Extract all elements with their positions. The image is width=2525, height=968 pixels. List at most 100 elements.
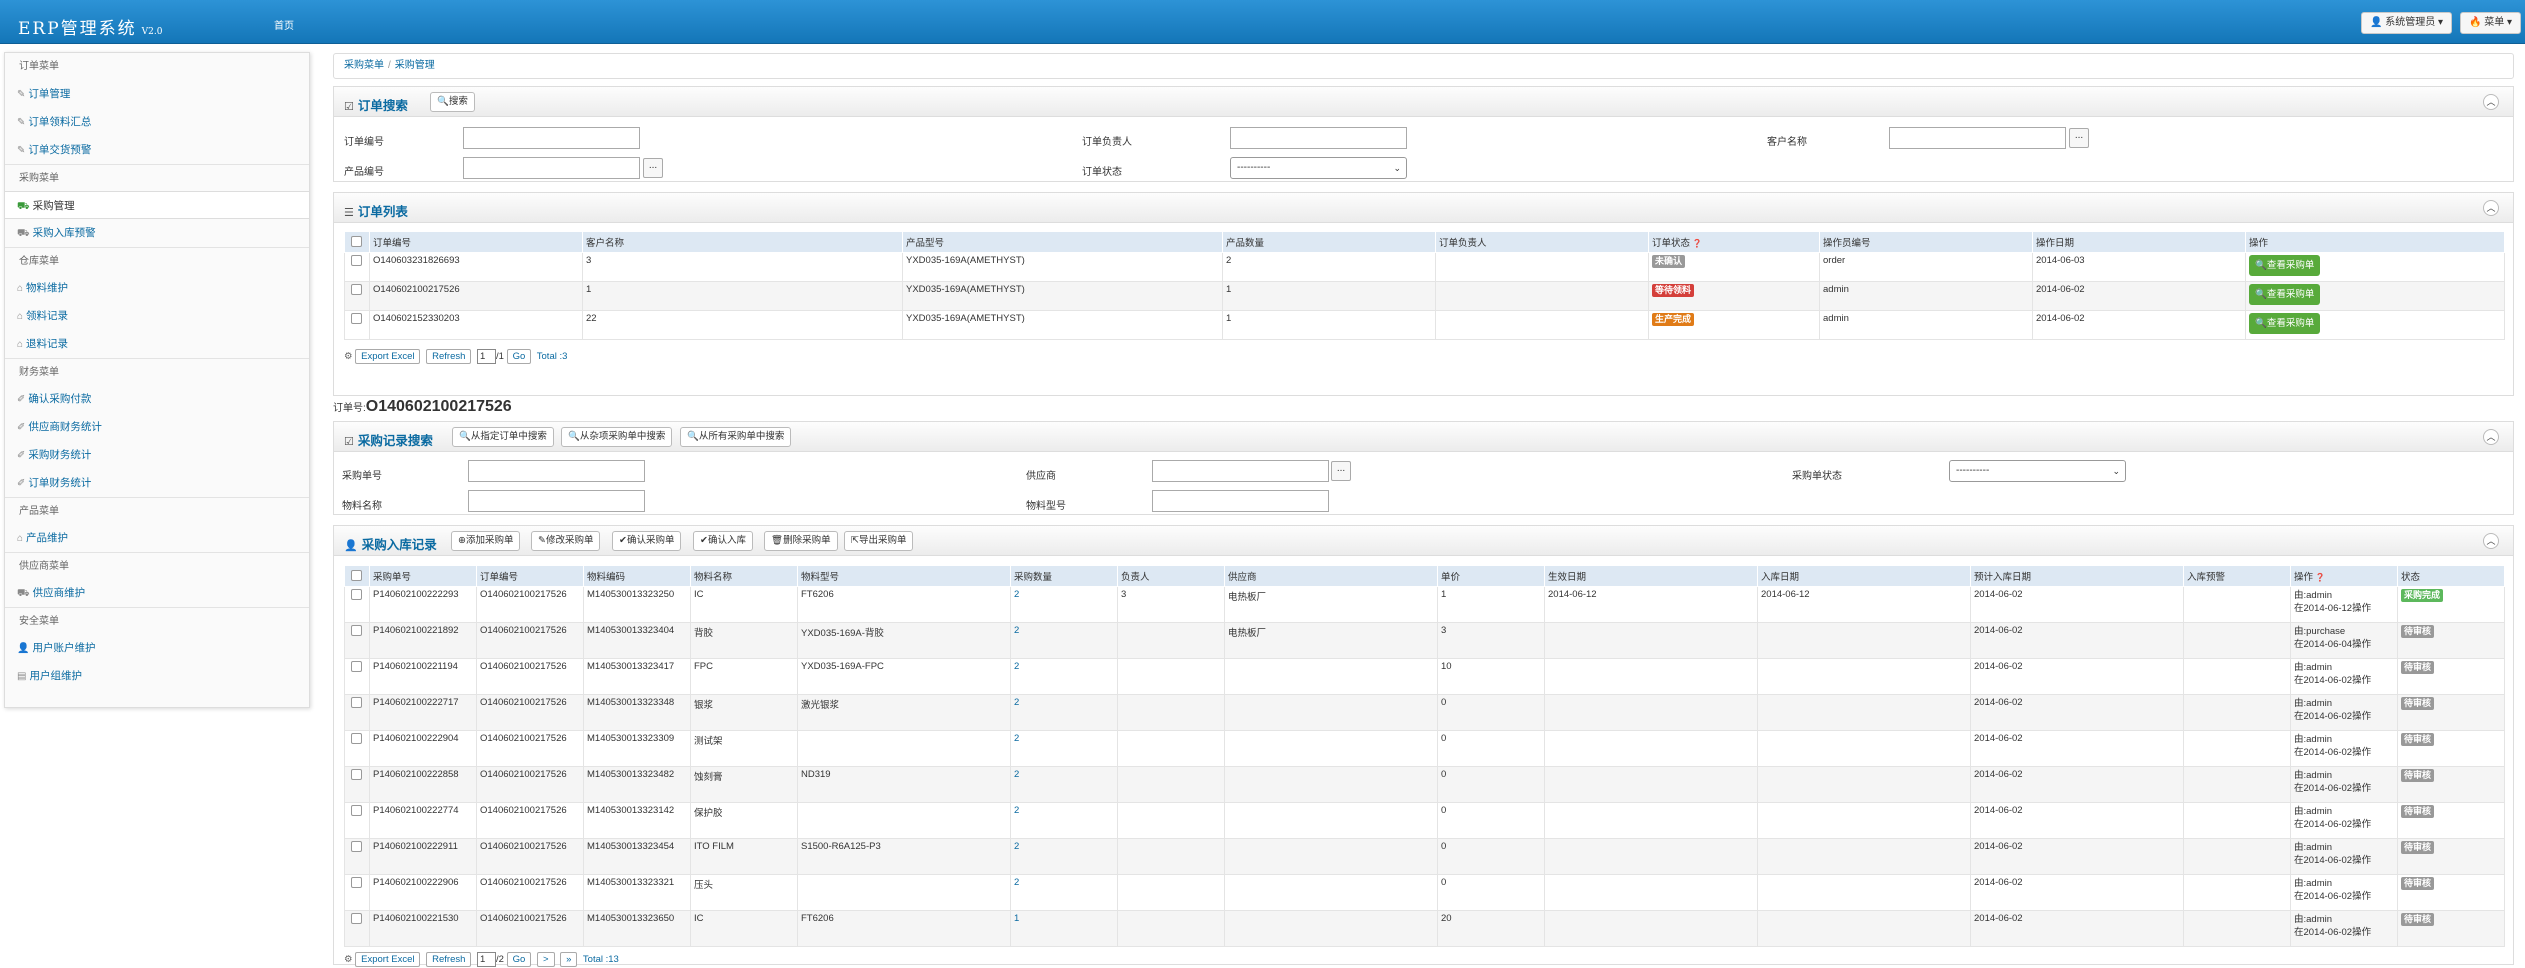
user-menu-button[interactable]: 👤 系统管理员 ▾ — [2361, 12, 2453, 34]
row-checkbox[interactable] — [344, 910, 370, 947]
sidebar-item[interactable]: ✐ 确认采购付款 — [5, 385, 309, 413]
sidebar-item[interactable]: 👤 用户账户维护 — [5, 634, 309, 662]
cell-qty[interactable]: 2 — [1010, 586, 1118, 623]
cell-qty[interactable]: 2 — [1010, 874, 1118, 911]
go-button[interactable]: Go — [506, 952, 532, 967]
row-checkbox[interactable] — [344, 658, 370, 695]
confirm-po-button[interactable]: ✔确认采购单 — [612, 531, 682, 551]
collapse-icon[interactable]: ︿ — [2483, 94, 2499, 110]
supplier-picker-button[interactable]: ... — [1331, 461, 1351, 481]
table-row[interactable]: P140602100222906 O140602100217526 M1405300… — [344, 874, 2505, 911]
row-checkbox[interactable] — [344, 252, 370, 282]
next-page-button[interactable]: > — [536, 952, 555, 967]
table-row[interactable]: O140603231826693 3 YXD035-169A(AMETHYST) 2 未… — [344, 252, 2505, 282]
table-row[interactable]: P140602100221530 O140602100217526 M1405300… — [344, 910, 2505, 947]
main-menu-button[interactable]: 🔥 菜单 ▾ — [2460, 12, 2522, 34]
breadcrumb-purchase-management[interactable]: 采购管理 — [395, 60, 435, 71]
sidebar-item[interactable]: ✐ 订单财务统计 — [5, 469, 309, 497]
table-row[interactable]: P140602100222858 O140602100217526 M1405300… — [344, 766, 2505, 803]
sidebar-item[interactable]: ✎ 订单管理 — [5, 80, 309, 108]
cell-qty[interactable]: 2 — [1010, 730, 1118, 767]
cell-qty[interactable]: 2 — [1010, 658, 1118, 695]
row-checkbox[interactable] — [344, 730, 370, 767]
export-excel-button[interactable]: Export Excel — [355, 952, 421, 967]
home-link[interactable]: 首页 — [274, 17, 294, 32]
view-po-button[interactable]: 🔍查看采购单 — [2249, 284, 2321, 305]
po-status-select[interactable]: ---------- ⌄ — [1949, 460, 2126, 482]
table-row[interactable]: P140602100222774 O140602100217526 M1405300… — [344, 802, 2505, 839]
sidebar-item[interactable]: ⌂ 物料维护 — [5, 274, 309, 302]
row-checkbox[interactable] — [344, 694, 370, 731]
cell-qty[interactable]: 2 — [1010, 622, 1118, 659]
cell-qty[interactable]: 2 — [1010, 766, 1118, 803]
page-input[interactable]: 1 — [477, 952, 497, 967]
cell-qty[interactable]: 2 — [1010, 802, 1118, 839]
sidebar-item[interactable]: ▤ 用户组维护 — [5, 662, 309, 690]
cell-qty[interactable]: 2 — [1010, 838, 1118, 875]
collapse-icon[interactable]: ︿ — [2483, 533, 2499, 549]
export-po-button[interactable]: ⇱导出采购单 — [844, 531, 914, 551]
last-page-button[interactable]: » — [560, 952, 578, 967]
cell-qty[interactable]: 2 — [1010, 694, 1118, 731]
sidebar-item[interactable]: ✐ 供应商财务统计 — [5, 413, 309, 441]
order-no-input[interactable] — [463, 127, 640, 149]
sidebar-item[interactable]: ⛟ 供应商维护 — [5, 579, 309, 607]
search-button[interactable]: 🔍搜索 — [430, 92, 475, 112]
table-row[interactable]: O140602152330203 22 YXD035-169A(AMETHYST) 1… — [344, 310, 2505, 340]
search-misc-button[interactable]: 🔍从杂项采购单中搜索 — [561, 427, 673, 447]
collapse-icon[interactable]: ︿ — [2483, 429, 2499, 445]
row-checkbox[interactable] — [344, 586, 370, 623]
select-all-checkbox[interactable] — [344, 565, 370, 587]
row-checkbox[interactable] — [344, 281, 370, 311]
row-checkbox[interactable] — [344, 766, 370, 803]
customer-name-input[interactable] — [1889, 127, 2066, 149]
search-by-order-button[interactable]: 🔍从指定订单中搜索 — [452, 427, 554, 447]
delete-po-button[interactable]: 🗑删除采购单 — [764, 531, 838, 551]
table-row[interactable]: P140602100221194 O140602100217526 M1405300… — [344, 658, 2505, 695]
collapse-icon[interactable]: ︿ — [2483, 200, 2499, 216]
sidebar-item[interactable]: ✎ 订单交货预警 — [5, 136, 309, 164]
sidebar-item[interactable]: ✐ 采购财务统计 — [5, 441, 309, 469]
supplier-input[interactable] — [1152, 460, 1329, 482]
table-row[interactable]: P140602100221892 O140602100217526 M1405300… — [344, 622, 2505, 659]
order-status-select[interactable]: ---------- ⌄ — [1230, 157, 1407, 179]
app-brand[interactable]: ERP管理系统 V2.0 — [18, 14, 162, 39]
order-owner-input[interactable] — [1230, 127, 1407, 149]
row-checkbox[interactable] — [344, 838, 370, 875]
product-picker-button[interactable]: ... — [643, 158, 663, 178]
edit-po-button[interactable]: ✎修改采购单 — [531, 531, 601, 551]
sidebar-item[interactable]: ⛟ 采购入库预警 — [5, 219, 309, 247]
page-input[interactable]: 1 — [477, 349, 497, 364]
view-po-button[interactable]: 🔍查看采购单 — [2249, 255, 2321, 276]
export-excel-button[interactable]: Export Excel — [355, 349, 421, 364]
select-all-checkbox[interactable] — [344, 231, 370, 253]
row-checkbox[interactable] — [344, 802, 370, 839]
cell-qty[interactable]: 1 — [1010, 910, 1118, 947]
go-button[interactable]: Go — [506, 349, 532, 364]
view-po-button[interactable]: 🔍查看采购单 — [2249, 313, 2321, 334]
row-checkbox[interactable] — [344, 310, 370, 340]
sidebar-item[interactable]: ⌂ 退料记录 — [5, 330, 309, 358]
sidebar-item[interactable]: ⌂ 产品维护 — [5, 524, 309, 552]
add-po-button[interactable]: ⊕添加采购单 — [451, 531, 521, 551]
refresh-button[interactable]: Refresh — [426, 349, 472, 364]
confirm-stock-in-button[interactable]: ✔确认入库 — [693, 531, 753, 551]
sidebar-item[interactable]: ⌂ 领料记录 — [5, 302, 309, 330]
material-name-input[interactable] — [468, 490, 645, 512]
table-row[interactable]: O140602100217526 1 YXD035-169A(AMETHYST) 1 等… — [344, 281, 2505, 311]
table-row[interactable]: P140602100222293 O140602100217526 M1405300… — [344, 586, 2505, 623]
search-all-button[interactable]: 🔍从所有采购单中搜索 — [680, 427, 792, 447]
customer-picker-button[interactable]: ... — [2069, 128, 2089, 148]
table-row[interactable]: P140602100222904 O140602100217526 M1405300… — [344, 730, 2505, 767]
product-no-input[interactable] — [463, 157, 640, 179]
table-row[interactable]: P140602100222717 O140602100217526 M1405300… — [344, 694, 2505, 731]
refresh-button[interactable]: Refresh — [426, 952, 472, 967]
sidebar-item[interactable]: ⛟ 采购管理 — [5, 191, 309, 219]
breadcrumb-purchase-menu[interactable]: 采购菜单 — [344, 60, 384, 71]
po-no-input[interactable] — [468, 460, 645, 482]
material-model-input[interactable] — [1152, 490, 1329, 512]
table-row[interactable]: P140602100222911 O140602100217526 M1405300… — [344, 838, 2505, 875]
row-checkbox[interactable] — [344, 874, 370, 911]
sidebar-item[interactable]: ✎ 订单领料汇总 — [5, 108, 309, 136]
row-checkbox[interactable] — [344, 622, 370, 659]
